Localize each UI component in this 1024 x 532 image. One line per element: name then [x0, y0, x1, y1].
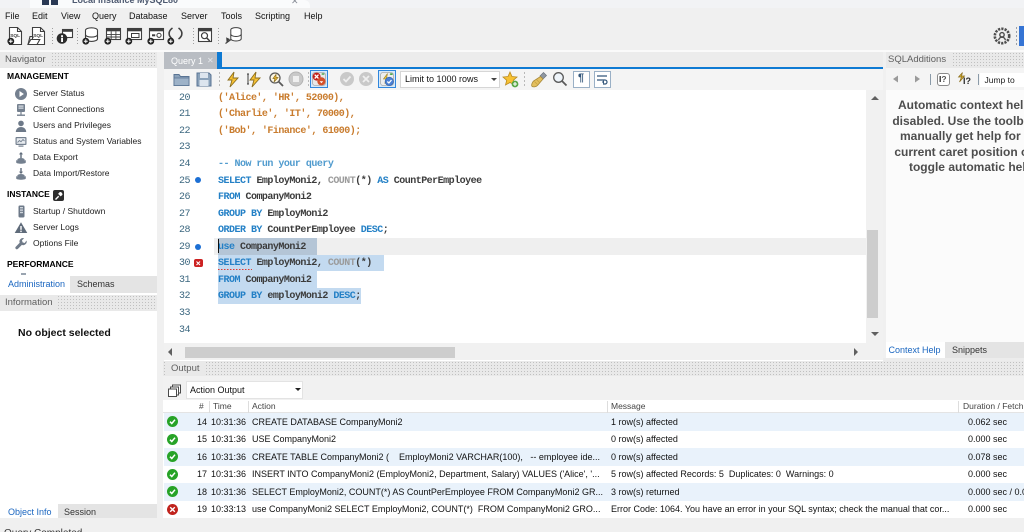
svg-text:SQL: SQL [33, 33, 43, 39]
svg-text:I?: I? [963, 76, 971, 86]
